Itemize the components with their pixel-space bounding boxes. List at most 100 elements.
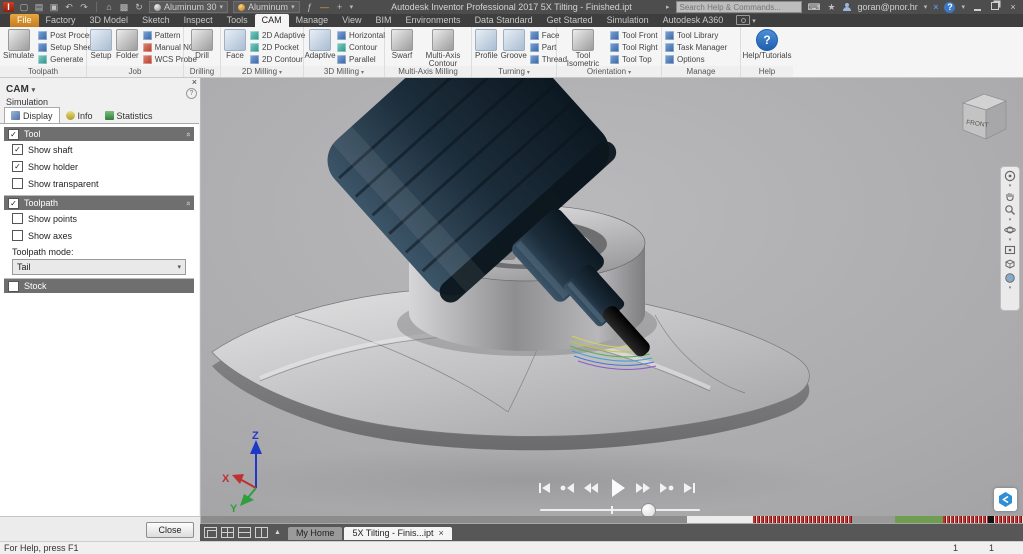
add-command-icon[interactable]: + xyxy=(335,2,345,12)
help-icon[interactable]: ? xyxy=(944,2,955,13)
search-go-icon[interactable]: ▸ xyxy=(666,3,670,11)
exchange-apps-icon[interactable]: × xyxy=(933,2,938,12)
show-axes-checkbox[interactable] xyxy=(12,230,23,241)
group-label-3d-milling[interactable]: 3D Milling▾ xyxy=(304,66,384,77)
viewport-canvas[interactable] xyxy=(200,78,1023,524)
shaded-view-icon[interactable] xyxy=(1004,272,1016,284)
qat-dropdown-icon[interactable]: ▾ xyxy=(350,3,354,11)
fast-forward-button[interactable] xyxy=(634,480,652,496)
next-operation-button[interactable] xyxy=(658,480,675,496)
help-dropdown-icon[interactable]: ▾ xyxy=(961,3,965,11)
tab-factory[interactable]: Factory xyxy=(39,14,83,27)
toolpath-section-checkbox[interactable]: ✓ xyxy=(8,198,19,209)
tab-sketch[interactable]: Sketch xyxy=(135,14,177,27)
simulation-speed-slider[interactable] xyxy=(540,503,700,517)
group-label-orientation[interactable]: Orientation▾ xyxy=(557,66,661,77)
show-shaft-checkbox[interactable]: ✓ xyxy=(12,144,23,155)
skip-to-start-button[interactable] xyxy=(537,480,553,496)
tile-windows-icon[interactable] xyxy=(221,527,234,538)
tab-autodesk-a360[interactable]: Autodesk A360 xyxy=(656,14,731,27)
expand-tabs-icon[interactable]: ▲ xyxy=(274,529,281,536)
close-document-icon[interactable]: × xyxy=(438,527,443,540)
skip-to-end-button[interactable] xyxy=(681,480,697,496)
nav-dropdown-icon[interactable]: ▾ xyxy=(1009,184,1012,188)
setup-button[interactable]: Setup xyxy=(90,29,112,60)
tool-top-button[interactable]: Tool Top xyxy=(610,54,658,65)
toolpath-mode-select[interactable]: Tail ▾ xyxy=(12,259,186,275)
2d-pocket-button[interactable]: 2D Pocket xyxy=(250,42,305,53)
parallel-button[interactable]: Parallel xyxy=(337,54,385,65)
tab-environments[interactable]: Environments xyxy=(399,14,468,27)
favorites-star-icon[interactable]: ★ xyxy=(827,2,837,12)
pan-hand-icon[interactable] xyxy=(1004,190,1016,202)
home-icon[interactable]: ⌂ xyxy=(104,2,114,12)
sign-in-pen-icon[interactable]: ⌨ xyxy=(808,2,821,12)
tool-right-button[interactable]: Tool Right xyxy=(610,42,658,53)
folder-button[interactable]: Folder xyxy=(116,29,139,60)
collapse-icon[interactable]: » xyxy=(183,201,192,205)
stock-section-checkbox[interactable] xyxy=(8,281,19,292)
tab-info[interactable]: Info xyxy=(60,108,99,123)
vertical-tile-icon[interactable] xyxy=(255,527,268,538)
tab-file[interactable]: File xyxy=(10,14,39,27)
show-transparent-row[interactable]: Show transparent xyxy=(4,175,194,192)
new-file-icon[interactable]: ▢ xyxy=(19,2,29,12)
group-label-turning[interactable]: Turning▾ xyxy=(472,66,556,77)
horizontal-tile-icon[interactable] xyxy=(238,527,251,538)
tab-document[interactable]: 5X Tilting - Finis...ipt × xyxy=(344,527,451,540)
zoom-dropdown-icon[interactable]: ▾ xyxy=(1009,218,1012,222)
face-2d-button[interactable]: Face xyxy=(224,29,246,60)
fx-icon[interactable]: ƒ xyxy=(305,2,315,12)
tab-data-standard[interactable]: Data Standard xyxy=(468,14,540,27)
tab-display[interactable]: Display xyxy=(4,107,60,123)
collapse-icon[interactable]: » xyxy=(183,132,192,136)
update-icon[interactable]: ↻ xyxy=(134,2,144,12)
navigation-wheel-icon[interactable] xyxy=(1004,170,1016,182)
2d-adaptive-button[interactable]: 2D Adaptive xyxy=(250,30,305,41)
help-tutorials-button[interactable]: ? Help/Tutorials xyxy=(745,29,789,60)
profile-button[interactable]: Profile xyxy=(475,29,498,60)
redo-icon[interactable]: ↷ xyxy=(79,2,89,12)
contour-button[interactable]: Contour xyxy=(337,42,385,53)
restore-button[interactable] xyxy=(989,2,1001,12)
camera-dropdown-icon[interactable]: ▾ xyxy=(752,17,756,25)
cascade-windows-icon[interactable] xyxy=(204,527,217,538)
task-manager-button[interactable]: Task Manager xyxy=(665,42,727,53)
material-select[interactable]: Aluminum 30 ▾ xyxy=(149,1,228,13)
view-cube[interactable]: FRONT xyxy=(953,86,1015,148)
tool-front-button[interactable]: Tool Front xyxy=(610,30,658,41)
adaptive-button[interactable]: Adaptive xyxy=(307,29,333,60)
stock-section-header[interactable]: Stock xyxy=(4,279,194,293)
tab-my-home[interactable]: My Home xyxy=(288,527,343,540)
groove-button[interactable]: Groove xyxy=(502,29,526,60)
tab-statistics[interactable]: Statistics xyxy=(99,108,159,123)
orbit-dropdown-icon[interactable]: ▾ xyxy=(1009,238,1012,242)
show-axes-row[interactable]: Show axes xyxy=(4,227,194,244)
tab-get-started[interactable]: Get Started xyxy=(540,14,600,27)
horizontal-button[interactable]: Horizontal xyxy=(337,30,385,41)
tab-view[interactable]: View xyxy=(335,14,368,27)
view-face-icon[interactable] xyxy=(1004,258,1016,270)
options-button[interactable]: Options xyxy=(665,54,727,65)
color-line-icon[interactable]: — xyxy=(320,2,330,12)
save-icon[interactable]: ▣ xyxy=(49,2,59,12)
tab-3d-model[interactable]: 3D Model xyxy=(83,14,136,27)
tab-manage[interactable]: Manage xyxy=(289,14,336,27)
panel-close-icon[interactable]: × xyxy=(192,78,197,87)
tool-library-button[interactable]: Tool Library xyxy=(665,30,727,41)
panel-close-button[interactable]: Close xyxy=(146,522,194,538)
show-holder-row[interactable]: ✓ Show holder xyxy=(4,158,194,175)
show-shaft-row[interactable]: ✓ Show shaft xyxy=(4,141,194,158)
previous-operation-button[interactable] xyxy=(559,480,576,496)
a360-collaboration-icon[interactable] xyxy=(994,488,1017,511)
tab-bim[interactable]: BIM xyxy=(369,14,399,27)
show-transparent-checkbox[interactable] xyxy=(12,178,23,189)
toolpath-section-header[interactable]: ✓ Toolpath » xyxy=(4,196,194,210)
slider-track[interactable] xyxy=(540,509,700,511)
appearance-select[interactable]: Aluminum ▾ xyxy=(233,1,300,13)
tool-section-checkbox[interactable]: ✓ xyxy=(8,129,19,140)
tab-cam[interactable]: CAM xyxy=(255,14,289,27)
view-dropdown-icon[interactable]: ▾ xyxy=(1009,286,1012,290)
user-dropdown-icon[interactable]: ▾ xyxy=(924,3,928,11)
swarf-button[interactable]: Swarf xyxy=(388,29,416,60)
